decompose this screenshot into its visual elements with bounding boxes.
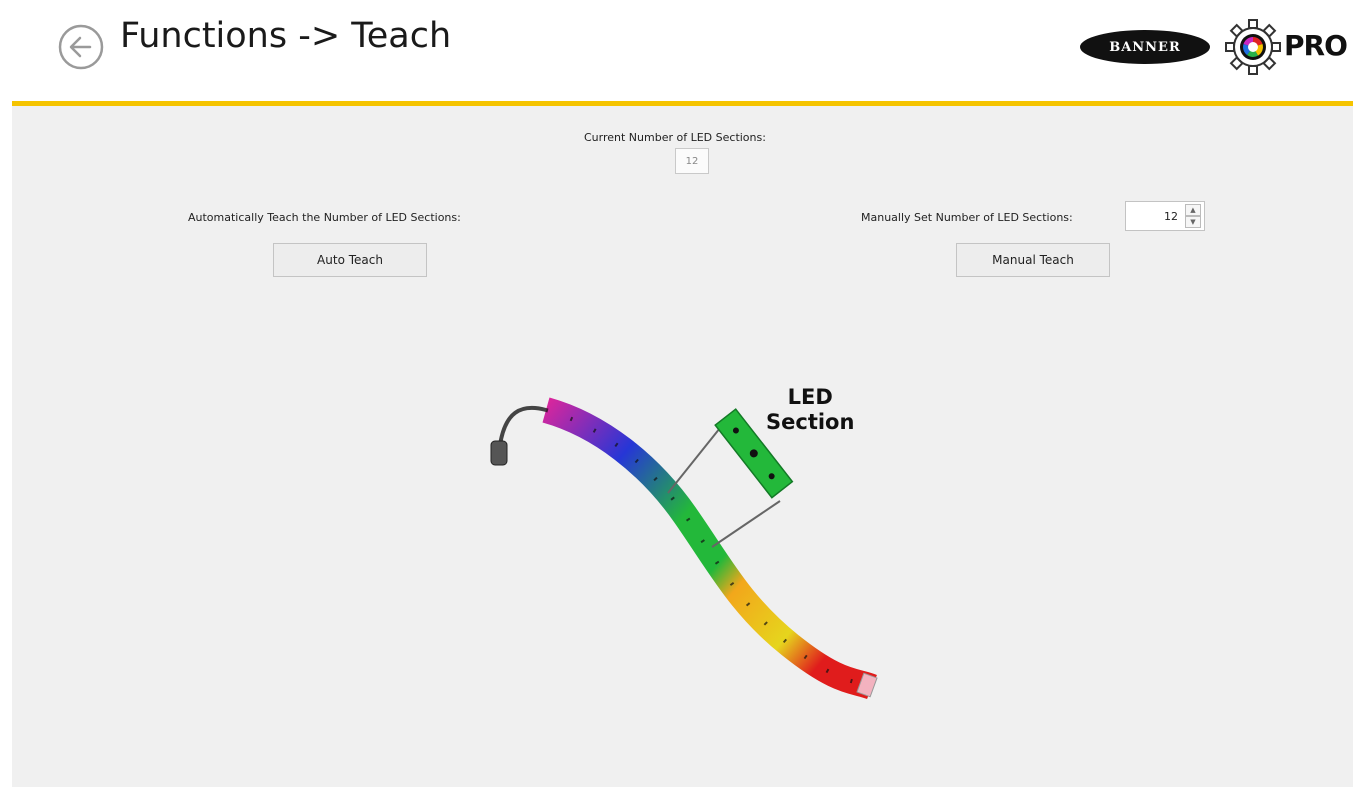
manual-sections-label: Manually Set Number of LED Sections: bbox=[861, 211, 1073, 224]
banner-logo: BANNER bbox=[1080, 30, 1210, 64]
manual-sections-spinbox[interactable]: 12 ▲ ▼ bbox=[1125, 201, 1205, 231]
current-sections-value: 12 bbox=[675, 148, 709, 174]
auto-teach-label: Automatically Teach the Number of LED Se… bbox=[188, 211, 461, 224]
manual-sections-value: 12 bbox=[1164, 210, 1178, 223]
led-connector bbox=[490, 440, 508, 466]
page-title: Functions -> Teach bbox=[120, 16, 452, 56]
banner-logo-text: BANNER bbox=[1109, 39, 1181, 55]
back-button[interactable] bbox=[56, 22, 106, 72]
header: Functions -> Teach BANNER PRO bbox=[0, 0, 1353, 100]
led-cable bbox=[498, 405, 548, 447]
back-arrow-circle-icon bbox=[58, 24, 104, 70]
chevron-up-icon[interactable]: ▲ bbox=[1185, 204, 1201, 216]
chevron-down-icon[interactable]: ▼ bbox=[1185, 216, 1201, 228]
auto-teach-button[interactable]: Auto Teach bbox=[273, 243, 427, 277]
led-section-callout: LED Section bbox=[766, 385, 854, 435]
callout-line-bottom bbox=[711, 500, 781, 548]
gear-icon bbox=[1225, 19, 1281, 75]
callout-line-1: LED bbox=[787, 385, 833, 409]
callout-line-2: Section bbox=[766, 410, 855, 434]
pro-logo-text: PRO bbox=[1284, 29, 1348, 62]
spinbox-buttons: ▲ ▼ bbox=[1185, 204, 1201, 228]
current-sections-label: Current Number of LED Sections: bbox=[584, 131, 766, 144]
callout-line-top bbox=[667, 422, 725, 494]
manual-teach-button[interactable]: Manual Teach bbox=[956, 243, 1110, 277]
led-strip bbox=[542, 397, 877, 700]
